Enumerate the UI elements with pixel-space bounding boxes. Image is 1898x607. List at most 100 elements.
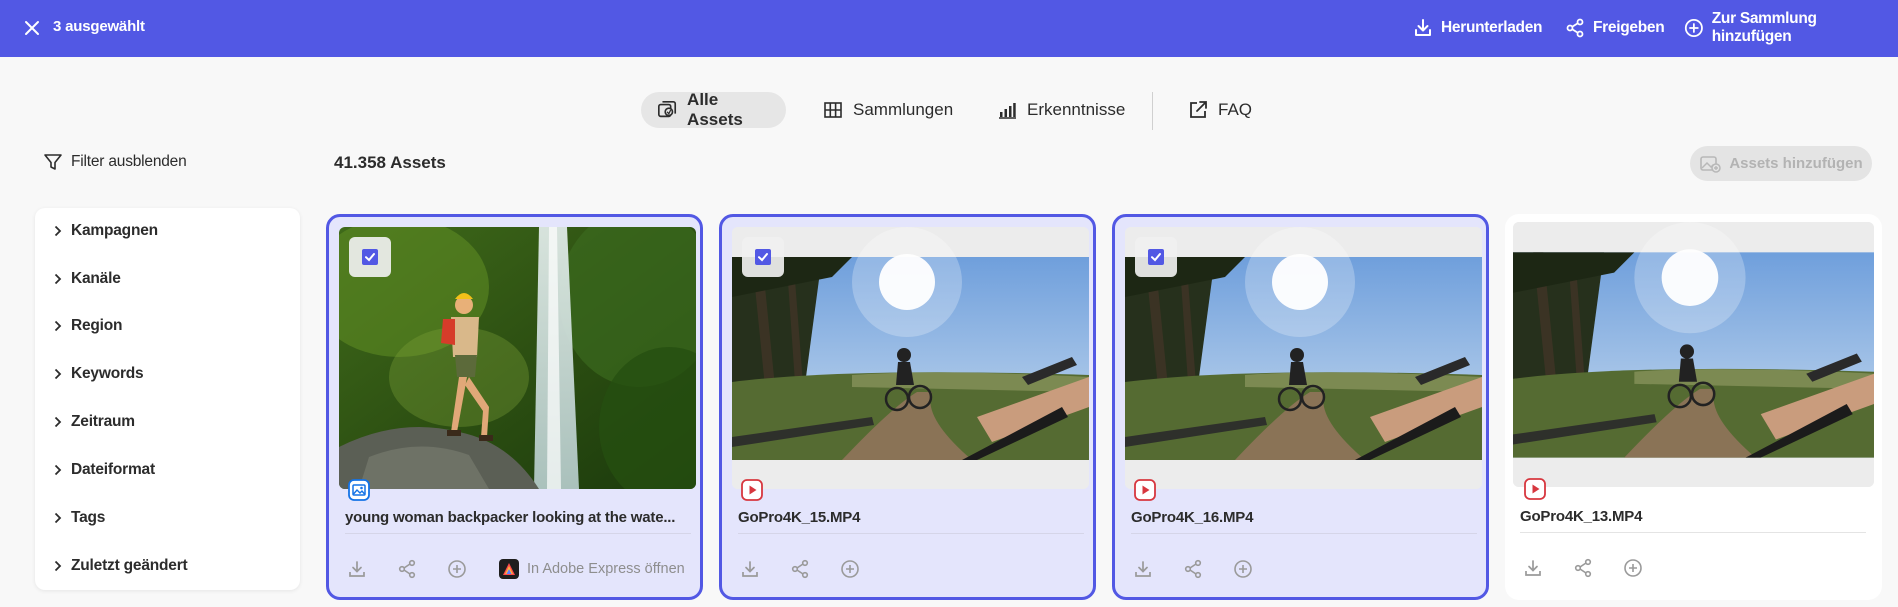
image-type-icon	[348, 479, 370, 501]
external-link-icon	[1190, 101, 1207, 118]
share-icon	[791, 559, 809, 579]
filter-tags[interactable]: Tags	[53, 506, 105, 530]
tab-faq[interactable]: FAQ	[1172, 92, 1268, 128]
filter-fileformat[interactable]: Dateiformat	[53, 458, 155, 482]
card-download-button[interactable]	[738, 557, 762, 581]
filter-label: Zuletzt geändert	[71, 557, 188, 574]
chevron-right-icon	[54, 225, 62, 237]
mountain-bike-video-thumbnail	[1513, 222, 1874, 487]
chevron-right-icon	[54, 320, 62, 332]
tab-collections-label: Sammlungen	[853, 100, 954, 119]
asset-card[interactable]: GoPro4K_16.MP4	[1112, 214, 1489, 600]
filter-label: Kampagnen	[71, 222, 158, 239]
chevron-right-icon	[54, 416, 62, 428]
card-actions	[1521, 556, 1671, 580]
add-assets-button[interactable]: Assets hinzufügen	[1690, 146, 1872, 181]
card-divider	[345, 533, 691, 534]
card-download-button[interactable]	[1521, 556, 1545, 580]
add-circle-icon	[841, 560, 859, 578]
add-to-collection-label: Zur Sammlung hinzufügen	[1711, 10, 1817, 45]
filter-label: Region	[71, 317, 123, 334]
filter-last-modified[interactable]: Zuletzt geändert	[53, 554, 188, 578]
chevron-right-icon	[54, 273, 62, 285]
card-download-button[interactable]	[345, 557, 369, 581]
download-icon	[1415, 19, 1431, 36]
share-button[interactable]: Freigeben	[1565, 15, 1665, 41]
tab-faq-label: FAQ	[1218, 100, 1253, 119]
mountain-bike-video-thumbnail	[732, 227, 1089, 489]
chevron-right-icon	[54, 512, 62, 524]
checkbox-checked	[755, 249, 771, 265]
card-add-to-collection-button[interactable]	[445, 557, 469, 581]
tab-all-assets[interactable]: Alle Assets	[641, 90, 786, 129]
tab-collections[interactable]: Sammlungen	[807, 92, 969, 128]
filter-label: Kanäle	[71, 270, 121, 287]
filter-label: Keywords	[71, 365, 144, 382]
card-add-to-collection-button[interactable]	[1621, 556, 1645, 580]
asset-card[interactable]: GoPro4K_15.MP4	[719, 214, 1096, 600]
download-button[interactable]: Herunterladen	[1413, 15, 1542, 41]
card-download-button[interactable]	[1131, 557, 1155, 581]
grid-icon	[824, 102, 842, 118]
main-tabs: Alle Assets Sammlungen Erkenntnisse FAQ	[0, 90, 1898, 130]
asset-thumbnail[interactable]	[339, 227, 696, 489]
chevron-right-icon	[54, 560, 62, 572]
card-add-to-collection-button[interactable]	[1231, 557, 1255, 581]
filter-label: Zeitraum	[71, 413, 135, 430]
add-circle-icon	[1624, 559, 1642, 577]
filter-label: Dateiformat	[71, 461, 155, 478]
video-type-icon	[741, 479, 763, 501]
add-circle-icon	[1234, 560, 1252, 578]
filter-region[interactable]: Region	[53, 314, 123, 338]
asset-thumbnail[interactable]	[732, 227, 1089, 489]
waterfall-hiker-image	[339, 227, 696, 489]
filter-channels[interactable]: Kanäle	[53, 267, 121, 291]
share-icon	[398, 559, 416, 579]
filter-toggle-button[interactable]: Filter ausblenden	[43, 152, 187, 172]
close-selection-button[interactable]	[20, 16, 44, 40]
card-add-to-collection-button[interactable]	[838, 557, 862, 581]
add-assets-label: Assets hinzufügen	[1729, 155, 1863, 172]
card-share-button[interactable]	[1571, 556, 1595, 580]
tab-insights-label: Erkenntnisse	[1027, 100, 1126, 119]
filter-timerange[interactable]: Zeitraum	[53, 410, 135, 434]
filter-campaigns[interactable]: Kampagnen	[53, 219, 158, 243]
checkbox-checked	[1148, 249, 1164, 265]
chevron-right-icon	[54, 464, 62, 476]
share-icon	[1574, 558, 1592, 578]
filter-panel: Kampagnen Kanäle Region Keywords Zeitrau…	[35, 208, 300, 590]
add-circle-icon	[1684, 19, 1703, 37]
select-checkbox[interactable]	[349, 237, 391, 277]
add-circle-icon	[448, 560, 466, 578]
asset-title: GoPro4K_13.MP4	[1520, 508, 1643, 525]
video-type-icon	[1524, 478, 1546, 500]
card-share-button[interactable]	[788, 557, 812, 581]
download-icon	[349, 561, 365, 577]
asset-thumbnail[interactable]	[1513, 222, 1874, 487]
tab-all-assets-label: Alle Assets	[687, 90, 743, 129]
checkmark-icon	[365, 253, 375, 262]
card-share-button[interactable]	[395, 557, 419, 581]
open-in-express-button[interactable]: In Adobe Express öffnen	[499, 559, 685, 579]
share-label: Freigeben	[1593, 19, 1665, 36]
mountain-bike-video-thumbnail	[1125, 227, 1482, 489]
card-actions	[738, 557, 888, 581]
asset-card[interactable]: GoPro4K_13.MP4	[1505, 214, 1882, 600]
close-icon	[25, 21, 39, 35]
select-checkbox[interactable]	[1135, 237, 1177, 277]
asset-card[interactable]: young woman backpacker looking at the wa…	[326, 214, 703, 600]
card-share-button[interactable]	[1181, 557, 1205, 581]
filter-label: Tags	[71, 509, 106, 526]
share-icon	[1184, 559, 1202, 579]
filter-keywords[interactable]: Keywords	[53, 362, 144, 386]
bar-chart-icon	[999, 103, 1016, 119]
card-actions	[1131, 557, 1281, 581]
add-to-collection-button[interactable]: Zur Sammlung hinzufügen	[1684, 10, 1898, 45]
download-label: Herunterladen	[1441, 19, 1543, 36]
asset-thumbnail[interactable]	[1125, 227, 1482, 489]
checkmark-icon	[758, 253, 768, 262]
video-type-icon	[1134, 479, 1156, 501]
tab-insights[interactable]: Erkenntnisse	[981, 92, 1141, 128]
select-checkbox[interactable]	[742, 237, 784, 277]
download-icon	[742, 561, 758, 577]
